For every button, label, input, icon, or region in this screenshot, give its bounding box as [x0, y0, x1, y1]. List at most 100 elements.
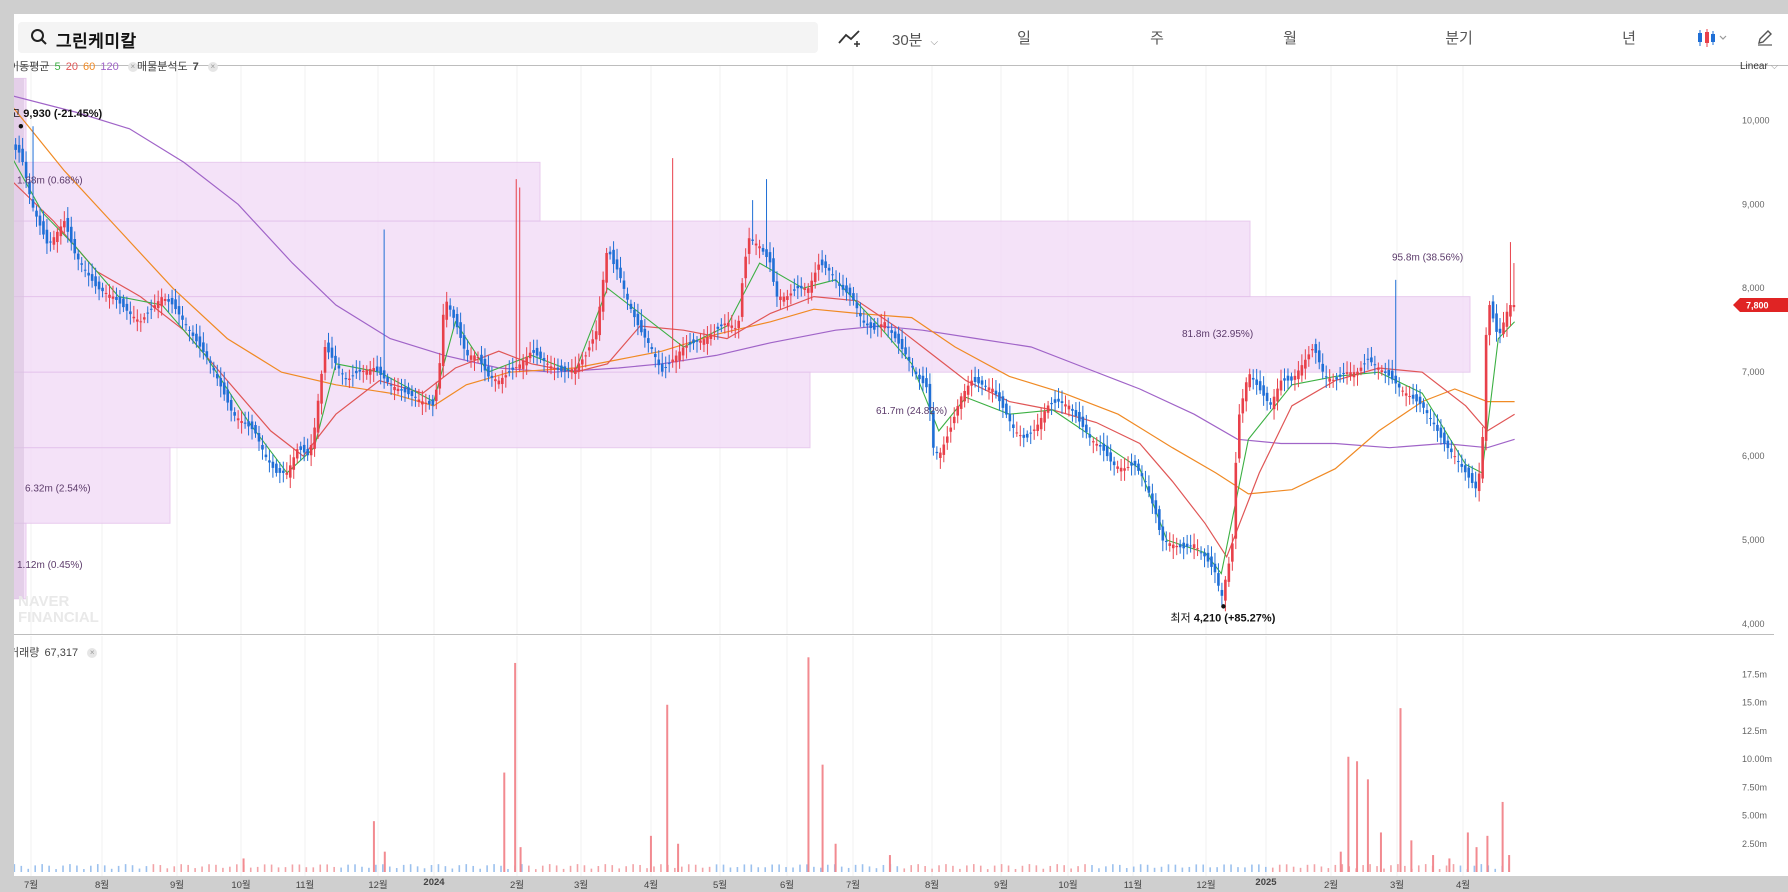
candle-body	[1151, 493, 1154, 504]
candle-body	[466, 349, 469, 356]
month-tick-label: 6월	[779, 880, 795, 891]
candle-body	[160, 297, 163, 307]
candle-body	[605, 252, 608, 283]
candle-body	[726, 322, 730, 327]
candle-body	[257, 433, 261, 442]
candle-body	[740, 283, 744, 317]
candle-body	[448, 305, 452, 310]
candle-body	[959, 396, 963, 409]
candle-body	[636, 313, 640, 326]
candle-body	[487, 366, 490, 377]
close-icon[interactable]: ×	[87, 648, 98, 659]
volume-bar	[326, 864, 329, 872]
volume-bar	[416, 866, 419, 872]
volume-bar	[1466, 832, 1469, 872]
month-tick-label: 4월	[1455, 880, 1471, 891]
volume-bar	[750, 864, 753, 872]
candle-body	[1060, 401, 1064, 403]
candle-body	[789, 293, 793, 296]
candle-body	[737, 320, 741, 329]
candle-body	[761, 247, 765, 252]
candle-body	[945, 436, 949, 443]
candle-body	[1460, 463, 1464, 467]
candle-body	[1491, 301, 1495, 319]
tab-day[interactable]: 일	[1017, 27, 1031, 48]
tab-month[interactable]: 월	[1283, 27, 1297, 48]
candle-body	[431, 399, 435, 406]
chart-app: 10,000 9,000 8,000 7,000 6,000 5,000 4,000 최고 9…	[14, 14, 1788, 892]
volume-bar	[924, 866, 926, 872]
volume-bar	[166, 868, 169, 872]
candle-body	[817, 264, 820, 270]
current-price-label: 7,800	[1746, 301, 1769, 311]
volume-bar	[945, 864, 947, 872]
candle-body	[942, 444, 946, 455]
candle-body	[925, 378, 928, 388]
candle-body	[1505, 311, 1509, 327]
candle-body	[494, 379, 497, 382]
volume-profile-legend[interactable]: 매물분석도 7 ×	[137, 58, 220, 74]
volume-bar	[361, 866, 363, 872]
volume-profile-bar	[14, 161, 541, 222]
candle-body	[375, 366, 379, 372]
candle-body	[657, 359, 661, 366]
candle-body	[1453, 456, 1457, 458]
volume-profile-bar	[14, 220, 1251, 298]
volume-bar	[340, 867, 342, 872]
candle-body	[1064, 404, 1067, 407]
toolbar: 그린케미칼 30분 ⌵ 일 주 월 분기 년	[14, 14, 1788, 66]
volume-bar	[1098, 868, 1100, 872]
candle-body	[1317, 350, 1321, 363]
candle-body	[483, 358, 487, 371]
volume-bar	[694, 864, 697, 872]
candle-body	[1102, 443, 1106, 451]
volume-bar	[785, 867, 787, 872]
candle-body	[1502, 322, 1505, 335]
candle-body	[424, 402, 428, 404]
pencil-icon[interactable]	[1756, 28, 1774, 46]
volume-bar	[1369, 864, 1371, 872]
month-tick-label: 9월	[993, 880, 1009, 891]
candle-body	[1509, 305, 1512, 317]
scale-mode-label: Linear	[1740, 61, 1768, 72]
candle-body	[706, 336, 709, 344]
candle-body	[1130, 462, 1133, 466]
scale-mode-toggle[interactable]: Linear ⌵	[1740, 61, 1778, 72]
volume-bar	[1320, 866, 1323, 872]
volume-bar	[486, 865, 488, 872]
candle-body	[1258, 381, 1262, 391]
candle-body	[1307, 354, 1311, 360]
price-chart[interactable]: 10,000 9,000 8,000 7,000 6,000 5,000 4,000 최고 9…	[14, 14, 1788, 892]
volume-bar	[618, 868, 621, 872]
indicator-add-icon[interactable]	[837, 28, 865, 48]
volume-bar	[1160, 866, 1163, 872]
candle-body	[751, 239, 754, 241]
time-axis-strip[interactable]: 7월 8월 9월 10월 11월 12월 2024 2월 3월 4월 5월 6월 7월 8월 9월 10월 11…	[14, 876, 1788, 892]
candle-body	[890, 330, 893, 333]
candle-body	[973, 376, 977, 383]
candle-type-icon[interactable]	[1696, 28, 1728, 48]
volume-pane-divider[interactable]	[14, 634, 1774, 635]
ma-legend-label: 이동평균	[14, 61, 50, 73]
volume-bar	[201, 866, 203, 872]
tab-week[interactable]: 주	[1150, 27, 1164, 48]
candle-body	[1314, 344, 1318, 353]
candle-body	[1363, 363, 1366, 365]
moving-average-legend[interactable]: 이동평균 5 20 60 120 ×	[14, 58, 140, 74]
tab-year[interactable]: 년	[1622, 27, 1636, 48]
volume-bar	[660, 864, 662, 872]
candle-body	[1018, 435, 1022, 437]
stock-search-box[interactable]: 그린케미칼	[18, 22, 818, 53]
volume-bar	[625, 866, 627, 872]
volume-bar	[701, 867, 704, 872]
interval-value: 30분	[892, 32, 923, 49]
interval-select[interactable]: 30분 ⌵	[892, 29, 938, 50]
tab-quarter[interactable]: 분기	[1445, 27, 1473, 48]
candle-body	[1126, 466, 1130, 468]
volume-bar	[1432, 855, 1435, 872]
volume-legend[interactable]: 거래량 67,317 ×	[14, 644, 99, 660]
volume-bar	[180, 864, 183, 872]
volume-bar	[291, 864, 294, 872]
candle-body	[1046, 405, 1050, 413]
close-icon[interactable]: ×	[207, 62, 218, 73]
